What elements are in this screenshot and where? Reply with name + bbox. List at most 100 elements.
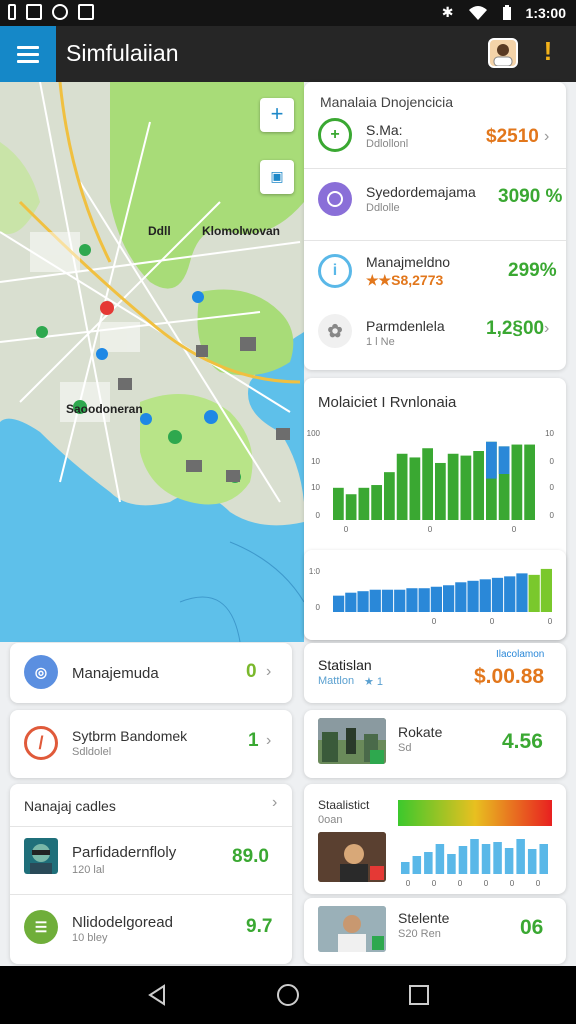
x-tick-label: 0 <box>458 879 463 888</box>
y-tick-label: 1:0 <box>309 567 321 576</box>
user-group-icon: ◎ <box>24 655 58 689</box>
bar <box>491 577 504 612</box>
divider <box>304 240 566 241</box>
notification-icon <box>8 4 16 20</box>
bar <box>394 589 406 612</box>
x-tick-label: 0 <box>512 525 517 534</box>
card-title: Stelente <box>398 910 450 926</box>
menu-icon-line <box>17 52 39 56</box>
bar <box>396 453 408 520</box>
card-value: 1 <box>248 730 259 751</box>
rokate-card[interactable]: Rokate Sd 4.56 <box>304 710 566 778</box>
bar <box>369 589 381 612</box>
map-label: Saoodoneran <box>66 402 143 416</box>
bar <box>358 487 370 520</box>
bar <box>479 579 491 612</box>
item-sub: 120 lal <box>72 864 105 876</box>
bar <box>443 585 455 612</box>
image-icon <box>26 4 42 20</box>
menu-icon <box>17 45 39 49</box>
list-title: Nanajaj cadles <box>24 798 116 814</box>
bar <box>357 591 369 612</box>
bar <box>470 839 479 874</box>
bluetooth-icon: ✱ <box>441 4 454 20</box>
item-value: 89.0 <box>232 846 269 867</box>
item-sub: Ddlolle <box>366 202 400 214</box>
bar <box>412 856 422 874</box>
card-value: 4.56 <box>502 730 543 753</box>
x-tick-label: 0 <box>344 525 349 534</box>
battery-icon <box>502 4 511 20</box>
bar <box>498 446 510 474</box>
card-title: Sytbrm Bandomek <box>72 728 188 744</box>
card-sub: Mattlon <box>318 675 355 687</box>
card-value: 0 <box>246 661 257 682</box>
back-button[interactable] <box>142 980 172 1010</box>
menu-button[interactable] <box>0 26 56 82</box>
app-bar: Simfulaiian ! <box>0 26 576 82</box>
app-title: Simfulaiian <box>66 40 179 66</box>
message-icon <box>52 4 68 20</box>
item-value: $2510 <box>486 126 539 147</box>
document-icon: ☰ <box>24 910 58 944</box>
stat-chart: 0 0 0 0 0 0 <box>398 800 552 888</box>
layers-button[interactable]: ▣ <box>260 160 294 194</box>
y-tick-label: 10 <box>311 457 320 466</box>
x-tick-label: 0 <box>484 879 489 888</box>
wifi-icon <box>468 5 487 20</box>
navigation-bar <box>0 966 576 1024</box>
divider <box>304 168 566 169</box>
ring-icon <box>318 182 352 216</box>
chevron-right-icon: › <box>266 732 272 749</box>
bar <box>524 444 535 520</box>
chevron-right-icon[interactable]: › <box>272 794 277 812</box>
item-title: Parmdenlela <box>366 318 445 334</box>
bar <box>381 589 394 612</box>
chevron-right-icon: › <box>544 320 550 337</box>
map-label: Klomolwovan <box>202 224 281 238</box>
profile-card[interactable]: Stelente S20 Ren 06 <box>304 898 566 964</box>
plus-icon: + <box>318 118 352 152</box>
profile-avatar[interactable] <box>488 38 518 68</box>
bar <box>435 462 446 520</box>
bar <box>418 588 430 612</box>
bar <box>345 494 357 520</box>
home-button[interactable] <box>273 980 303 1010</box>
bar <box>384 472 395 520</box>
item-sub: ★★S8,2773 <box>366 272 444 288</box>
item-title: Syedordemajama <box>366 184 476 200</box>
summary-card[interactable]: ◎ Manajemuda 0 › <box>10 643 292 703</box>
clock: 1:3:00 <box>525 4 566 21</box>
card-title: Statislan <box>318 657 372 673</box>
item-value: 9.7 <box>246 916 273 937</box>
system-card[interactable]: / Sytbrm Bandomek Sdldolel 1 › <box>10 710 292 778</box>
statistic-chart-card[interactable]: Staalistict 0oan 000000 <box>304 784 566 894</box>
x-tick-label: 0 <box>548 617 553 626</box>
y-tick-label: 0 <box>550 483 555 492</box>
card-title: Rokate <box>398 724 443 740</box>
x-tick-label: 0 <box>510 879 515 888</box>
list-card: Nanajaj cadles › Parfidadernfloly 120 la… <box>10 784 292 964</box>
x-tick-label: 0 <box>432 879 437 888</box>
menu-icon-line <box>17 59 39 63</box>
bar <box>371 485 382 520</box>
x-tick-label: 0 <box>428 525 433 534</box>
card-sub-2: ★ 1 <box>364 676 384 688</box>
bar <box>486 441 497 479</box>
item-value: 3090 % <box>498 186 563 207</box>
statistics-card[interactable]: Statislan Mattlon ★ 1 Ilacolamon $.00.88 <box>304 643 566 703</box>
alert-icon[interactable]: ! <box>538 36 558 67</box>
recents-button[interactable] <box>404 980 434 1010</box>
map-view[interactable]: Ddll Klomolwovan Saoodoneran + ▣ <box>0 82 304 642</box>
bar <box>473 451 484 520</box>
x-tick-label: 0 <box>432 617 437 626</box>
card-sub: S20 Ren <box>398 928 441 940</box>
map-label: Ddll <box>148 224 171 238</box>
zoom-in-button[interactable]: + <box>260 98 294 132</box>
bar <box>540 568 552 612</box>
trend-card: 1:0 0 0 0 0 <box>304 550 566 640</box>
bar <box>455 582 467 612</box>
card-sub: Sd <box>398 742 412 754</box>
y-tick-label: 0 <box>316 511 321 520</box>
chevron-right-icon: › <box>544 128 550 145</box>
